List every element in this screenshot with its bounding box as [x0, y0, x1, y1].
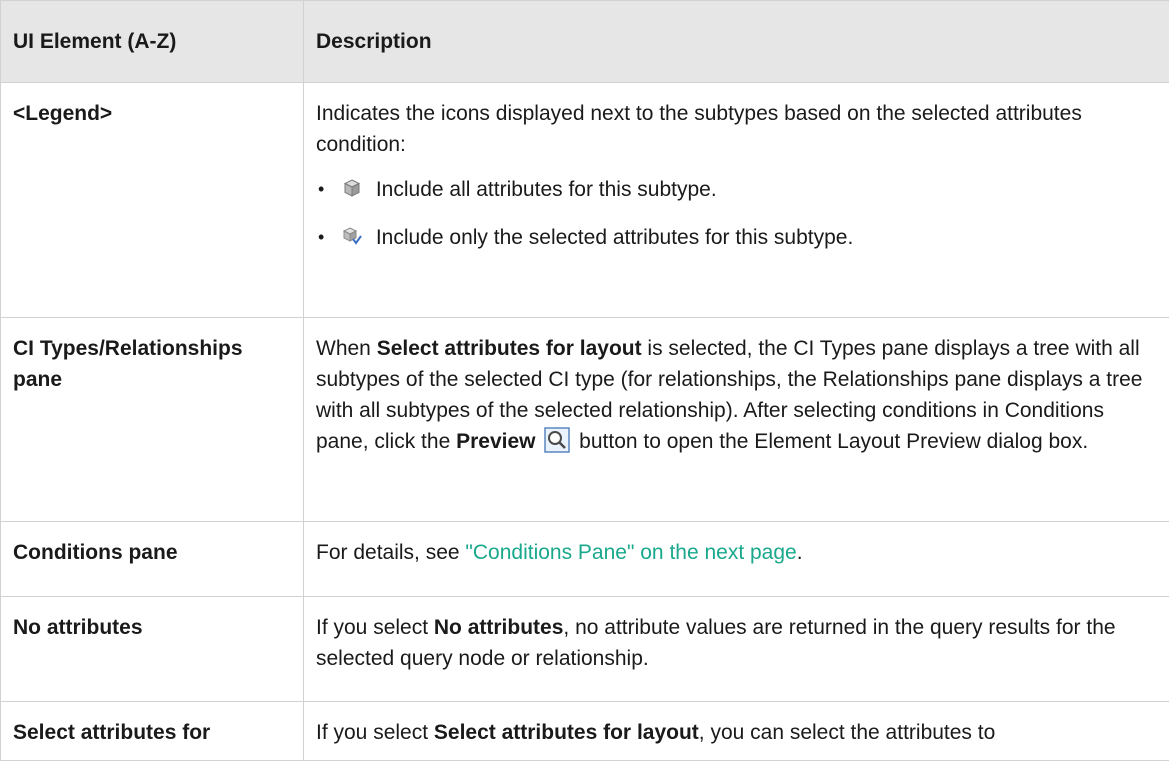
- column-header-description: Description: [304, 1, 1169, 83]
- bullet: •: [318, 174, 324, 205]
- bullet: •: [318, 222, 324, 253]
- description-text: button to open the Element Layout Previe…: [573, 430, 1088, 453]
- description-text: .: [797, 541, 803, 564]
- table-row: CI Types/Relationships pane When Select …: [1, 318, 1169, 522]
- ui-element-name: Select attributes for: [1, 702, 304, 761]
- ui-element-description: If you select No attributes, no attribut…: [304, 597, 1169, 702]
- ui-element-description: Indicates the icons displayed next to th…: [304, 83, 1169, 318]
- legend-item-text: Include all attributes for this subtype.: [376, 178, 717, 201]
- description-text: If you select: [316, 616, 434, 639]
- description-text: For details, see: [316, 541, 465, 564]
- conditions-pane-link[interactable]: "Conditions Pane" on the next page: [465, 541, 796, 564]
- ui-element-name: <Legend>: [1, 83, 304, 318]
- preview-label: Preview: [456, 430, 535, 453]
- ui-element-description: When Select attributes for layout is sel…: [304, 318, 1169, 522]
- table-row: Select attributes for If you select Sele…: [1, 702, 1169, 761]
- ui-element-name: CI Types/Relationships pane: [1, 318, 304, 522]
- page: UI Element (A-Z) Description <Legend> In…: [0, 0, 1169, 696]
- legend-item-text: Include only the selected attributes for…: [376, 226, 853, 249]
- ui-element-name: No attributes: [1, 597, 304, 702]
- description-bold-text: Select attributes for layout: [434, 721, 699, 744]
- table-header-row: UI Element (A-Z) Description: [1, 1, 1169, 83]
- description-text: If you select: [316, 721, 434, 744]
- ui-element-description: For details, see "Conditions Pane" on th…: [304, 522, 1169, 597]
- ui-elements-table: UI Element (A-Z) Description <Legend> In…: [0, 0, 1169, 761]
- table-row: <Legend> Indicates the icons displayed n…: [1, 83, 1169, 318]
- legend-icon-list: • Include all attributes for this subtyp…: [316, 174, 1157, 253]
- column-header-ui-element: UI Element (A-Z): [1, 1, 304, 83]
- description-bold-text: No attributes: [434, 616, 564, 639]
- list-item: • Include all attributes for this subtyp…: [316, 174, 1157, 205]
- list-item: • Include only the selected attributes f…: [316, 222, 1157, 253]
- table-row: No attributes If you select No attribute…: [1, 597, 1169, 702]
- description-bold-text: Select attributes for layout: [377, 337, 642, 360]
- table-row: Conditions pane For details, see "Condit…: [1, 522, 1169, 597]
- ui-element-name: Conditions pane: [1, 522, 304, 597]
- description-text: When: [316, 337, 377, 360]
- cube-icon: [342, 176, 362, 196]
- description-text: Indicates the icons displayed next to th…: [316, 102, 1082, 156]
- ui-element-description: If you select Select attributes for layo…: [304, 702, 1169, 761]
- cube-partial-icon: [342, 224, 362, 244]
- magnifier-icon: [544, 427, 570, 453]
- description-text: , you can select the attributes to: [699, 721, 996, 744]
